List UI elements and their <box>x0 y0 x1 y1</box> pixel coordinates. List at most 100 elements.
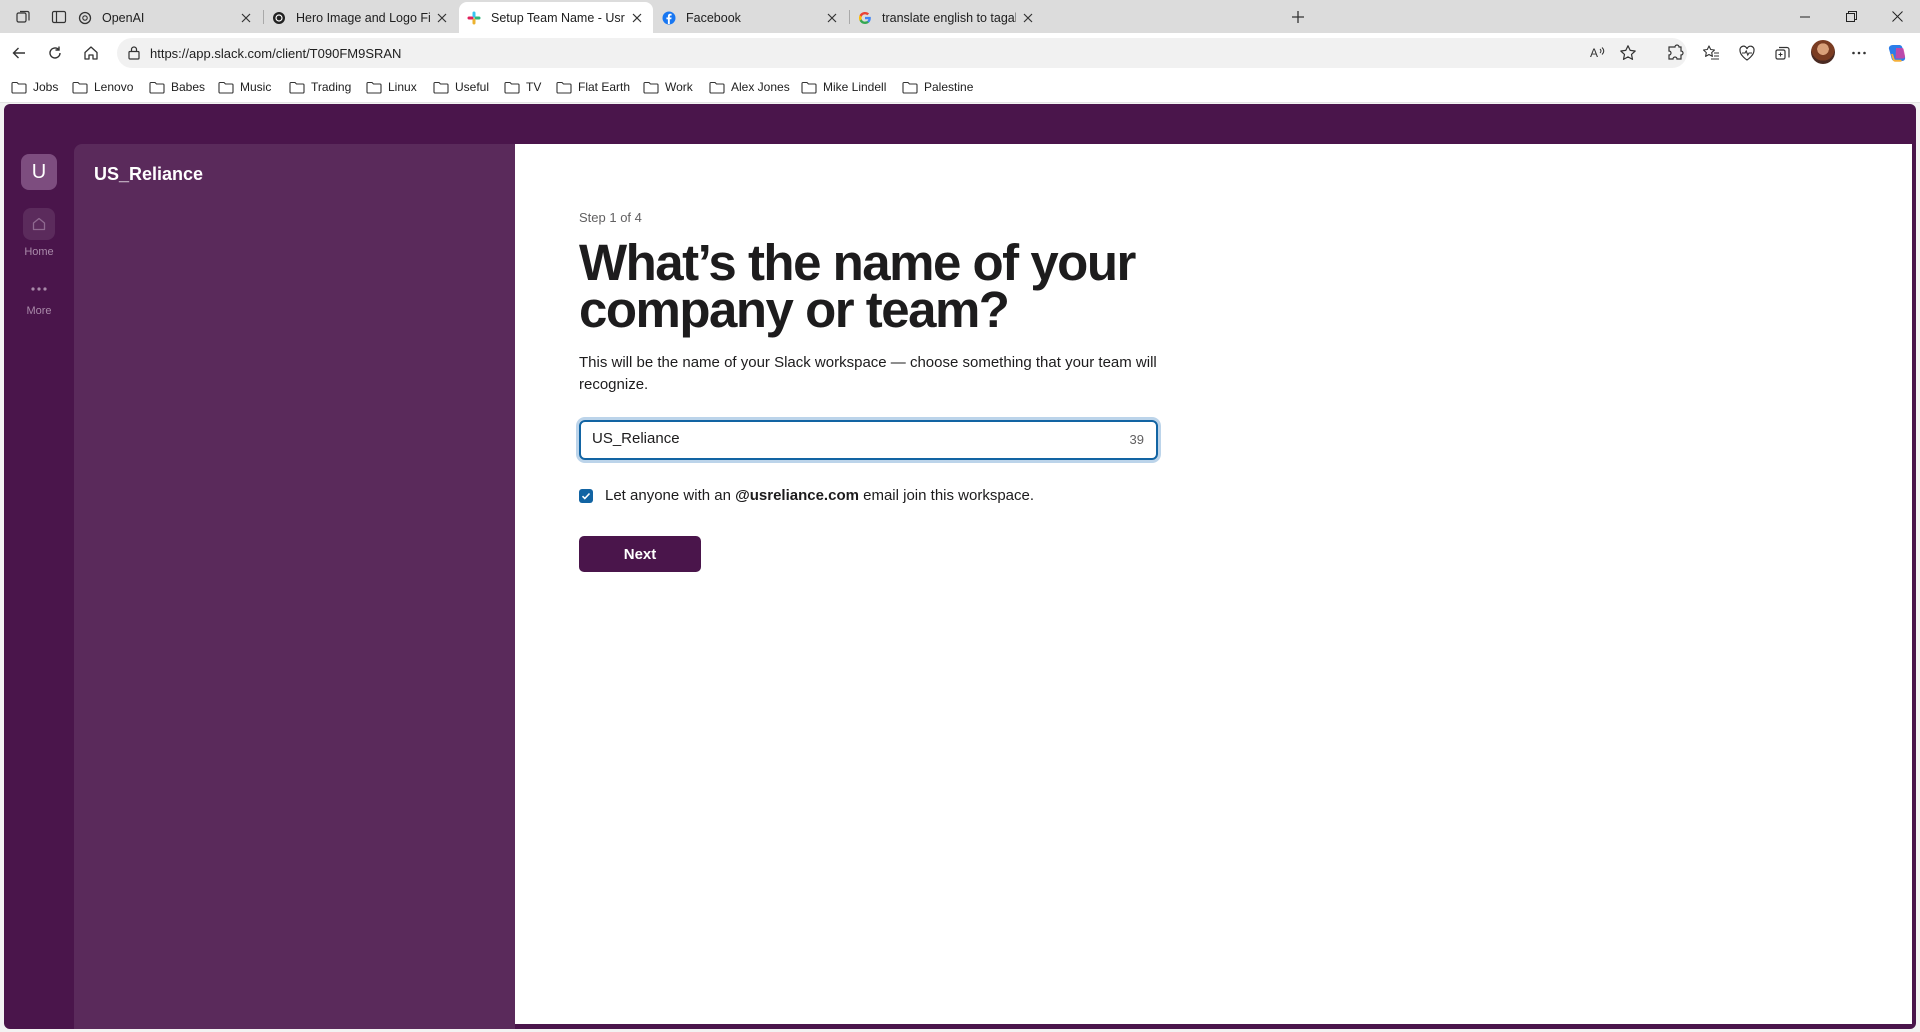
google-icon <box>858 11 872 25</box>
bookmark-trading[interactable]: Trading <box>289 80 351 94</box>
bookmark-label: Palestine <box>924 80 974 94</box>
bookmark-label: Flat Earth <box>578 80 631 94</box>
folder-icon <box>709 81 725 94</box>
tab-hero-image[interactable]: Hero Image and Logo Fix <box>264 2 458 33</box>
bookmark-flat-earth[interactable]: Flat Earth <box>556 80 630 94</box>
home-button[interactable] <box>79 41 103 65</box>
folder-icon <box>801 81 817 94</box>
minimize-icon <box>1800 16 1810 17</box>
vertical-tabs-icon[interactable] <box>45 6 73 28</box>
back-button[interactable] <box>7 41 31 65</box>
rail-home-label: Home <box>24 246 54 258</box>
more-dots-icon <box>23 279 55 299</box>
bookmark-label: Linux <box>388 80 417 94</box>
bookmark-useful[interactable]: Useful <box>433 80 489 94</box>
tab-facebook[interactable]: Facebook <box>654 2 848 33</box>
bookmark-palestine[interactable]: Palestine <box>902 80 973 94</box>
bookmark-label: Trading <box>311 80 352 94</box>
domain-join-checkbox[interactable] <box>579 488 593 503</box>
bookmark-label: Alex Jones <box>731 80 790 94</box>
copilot-icon[interactable] <box>1885 41 1909 65</box>
bookmark-mike-lindell[interactable]: Mike Lindell <box>801 80 886 94</box>
folder-icon <box>218 81 234 94</box>
team-switcher[interactable]: U <box>21 154 57 190</box>
bookmark-label: TV <box>526 80 542 94</box>
slack-app: U Home More US_Reliance Step 1 of 4 What… <box>4 104 1916 1029</box>
plus-icon <box>1292 11 1304 23</box>
browser-tab-strip: OpenAI Hero Image and Logo Fix Setup Tea… <box>0 0 1920 33</box>
workspace-sidebar: US_Reliance <box>74 144 515 1029</box>
bookmark-linux[interactable]: Linux <box>366 80 417 94</box>
domain-join-option[interactable]: Let anyone with an @usreliance.com email… <box>579 487 1034 504</box>
bookmark-babes[interactable]: Babes <box>149 80 205 94</box>
close-tab-icon[interactable] <box>824 10 840 26</box>
slack-icon <box>467 11 481 25</box>
checkbox-label: Let anyone with an @usreliance.com email… <box>605 487 1034 504</box>
read-aloud-icon[interactable]: A <box>1589 44 1607 62</box>
bookmark-music[interactable]: Music <box>218 80 271 94</box>
minimize-window-button[interactable] <box>1782 0 1828 33</box>
rail-more[interactable]: More <box>11 279 67 317</box>
folder-icon <box>433 81 449 94</box>
bookmark-jobs[interactable]: Jobs <box>11 80 58 94</box>
svg-text:A: A <box>1590 46 1598 60</box>
bookmark-label: Jobs <box>33 80 59 94</box>
bookmark-tv[interactable]: TV <box>504 80 541 94</box>
bookmark-label: Music <box>240 80 272 94</box>
tab-openai[interactable]: OpenAI <box>70 2 262 33</box>
workspaces-icon[interactable] <box>9 6 37 28</box>
bookmark-label: Work <box>665 80 693 94</box>
close-tab-icon[interactable] <box>1020 10 1036 26</box>
favorites-icon[interactable] <box>1699 41 1723 65</box>
address-bar[interactable]: https://app.slack.com/client/T090FM9SRAN… <box>117 38 1687 68</box>
favorite-star-icon[interactable] <box>1619 44 1637 62</box>
bookmark-label: Lenovo <box>94 80 134 94</box>
close-tab-icon[interactable] <box>629 10 645 26</box>
close-window-button[interactable] <box>1874 0 1920 33</box>
home-icon <box>23 208 55 240</box>
bookmark-lenovo[interactable]: Lenovo <box>72 80 133 94</box>
browser-essentials-icon[interactable] <box>1735 41 1759 65</box>
bookmark-alex-jones[interactable]: Alex Jones <box>709 80 790 94</box>
lock-icon[interactable] <box>127 45 141 60</box>
folder-icon <box>902 81 918 94</box>
folder-icon <box>289 81 305 94</box>
workspace-name[interactable]: US_Reliance <box>94 164 203 185</box>
openai-icon <box>78 11 92 25</box>
character-counter: 39 <box>1129 432 1144 447</box>
extensions-icon[interactable] <box>1663 41 1687 65</box>
page-description: This will be the name of your Slack work… <box>579 354 1157 393</box>
chatgpt-icon <box>272 11 286 25</box>
tab-title: OpenAI <box>102 10 145 25</box>
tab-title: Facebook <box>686 10 741 25</box>
facebook-icon <box>662 11 676 25</box>
tab-setup-team-name[interactable]: Setup Team Name - Usreliance - S <box>459 2 653 33</box>
close-tab-icon[interactable] <box>434 10 450 26</box>
bookmark-label: Useful <box>455 80 490 94</box>
reload-icon <box>49 46 61 59</box>
tab-title: Hero Image and Logo Fix <box>296 10 430 25</box>
restore-window-button[interactable] <box>1828 0 1874 33</box>
folder-icon <box>149 81 165 94</box>
back-arrow-icon <box>12 47 25 59</box>
bookmark-work[interactable]: Work <box>643 80 693 94</box>
team-name-input[interactable] <box>592 430 1092 447</box>
next-button[interactable]: Next <box>579 536 701 572</box>
bookmarks-bar: Jobs Lenovo Babes Music Trading Linux Us… <box>0 73 1920 103</box>
url-text[interactable]: https://app.slack.com/client/T090FM9SRAN <box>150 46 401 61</box>
tab-title: Setup Team Name - Usreliance - S <box>491 10 625 25</box>
close-tab-icon[interactable] <box>238 10 254 26</box>
new-tab-button[interactable] <box>1286 5 1310 29</box>
folder-icon <box>504 81 520 94</box>
tab-google-translate[interactable]: translate english to tagalog - Goo <box>850 2 1044 33</box>
reload-button[interactable] <box>43 41 67 65</box>
folder-icon <box>366 81 382 94</box>
rail-home[interactable]: Home <box>11 208 67 258</box>
step-indicator: Step 1 of 4 <box>579 210 642 225</box>
team-name-field[interactable]: 39 <box>579 420 1158 460</box>
checkmark-icon <box>581 492 591 500</box>
collections-icon[interactable] <box>1771 41 1795 65</box>
restore-icon <box>1845 11 1857 22</box>
profile-avatar[interactable] <box>1811 40 1835 64</box>
settings-more-icon[interactable] <box>1847 41 1871 65</box>
